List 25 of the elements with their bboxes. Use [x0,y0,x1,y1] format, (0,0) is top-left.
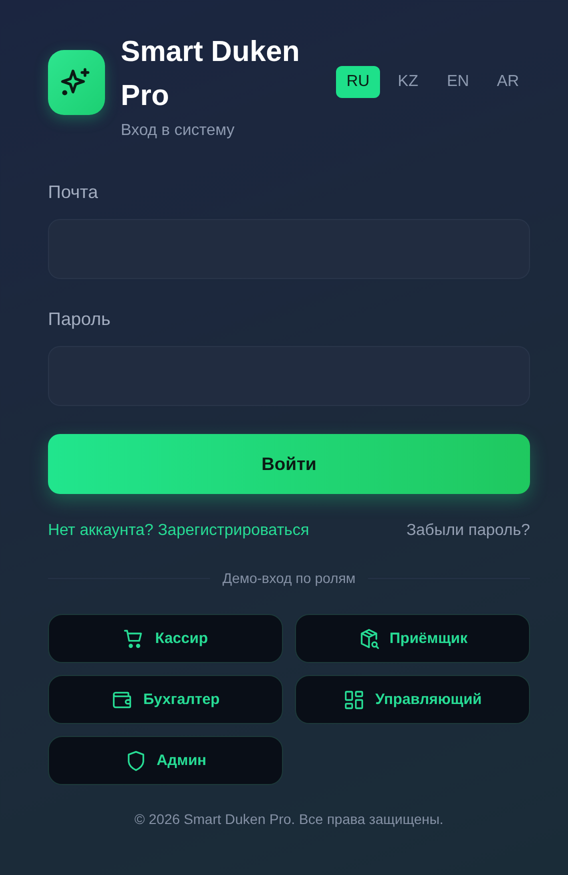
role-button[interactable]: Приёмщик [295,614,530,663]
register-link[interactable]: Нет аккаунта? Зарегистрироваться [48,522,310,540]
language-tab[interactable]: EN [436,66,480,98]
login-button[interactable]: Войти [48,434,530,494]
role-button[interactable]: Кассир [48,614,283,663]
role-button[interactable]: Управляющий [295,675,530,724]
forgot-password-link[interactable]: Забыли пароль? [406,522,530,540]
dashboard-icon [343,688,366,710]
role-label: Админ [156,752,206,769]
language-tab[interactable]: AR [486,66,530,98]
role-label: Кассир [155,630,208,647]
language-tab[interactable]: RU [336,66,380,98]
field-label: Почта [48,182,99,203]
copyright-text: © 2026 Smart Duken Pro. Все права защищены. [134,811,444,827]
role-button[interactable]: Админ [48,736,283,785]
language-tab[interactable]: KZ [386,66,430,98]
app-logo-icon [48,50,105,115]
app-subtitle: Вход в систему [120,122,236,140]
role-label: Приёмщик [390,630,468,647]
role-button[interactable]: Бухгалтер [48,675,283,724]
role-label: Управляющий [375,691,482,708]
field-label: Пароль [48,309,112,330]
demo-heading: Демо-вход по ролям [222,570,356,586]
role-label: Бухгалтер [143,691,220,708]
app-title: Smart Duken Pro [120,35,301,114]
